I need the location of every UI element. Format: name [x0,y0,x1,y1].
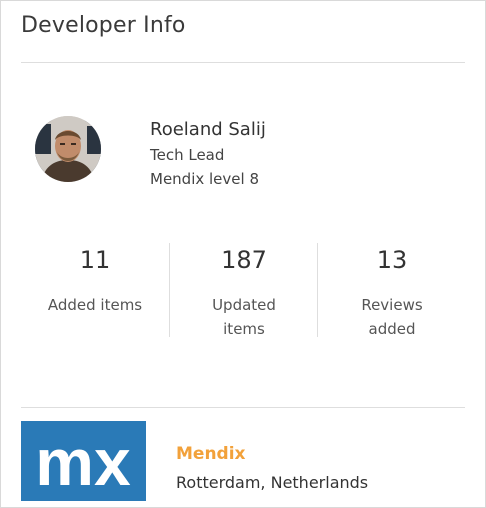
developer-role: Tech Lead [150,146,225,164]
stat-added-items: 11 Added items [21,243,169,317]
logo-text: mx [35,425,131,499]
stat-value: 13 [376,246,408,274]
stat-label: Reviews added [361,296,423,338]
stat-value: 11 [79,246,111,274]
developer-info-card: Developer Info Roeland Salij Tech Lead M… [0,0,486,508]
avatar-photo-icon [35,116,101,182]
developer-name[interactable]: Roeland Salij [150,119,266,140]
company-name[interactable]: Mendix [176,444,246,464]
company-location: Rotterdam, Netherlands [176,473,369,492]
stat-reviews-added: 13 Reviews added [318,243,466,341]
panel-title: Developer Info [21,13,186,38]
company-logo[interactable]: mx [21,421,146,501]
stat-value: 187 [221,246,267,274]
stat-updated-items: 187 Updated items [170,243,318,341]
stat-label: Updated items [212,296,276,338]
stat-label: Added items [47,296,143,314]
developer-avatar[interactable] [35,116,101,182]
mendix-logo-icon: mx [21,421,146,501]
developer-level: Mendix level 8 [150,170,259,188]
top-divider [21,62,465,63]
bottom-divider [21,407,465,408]
